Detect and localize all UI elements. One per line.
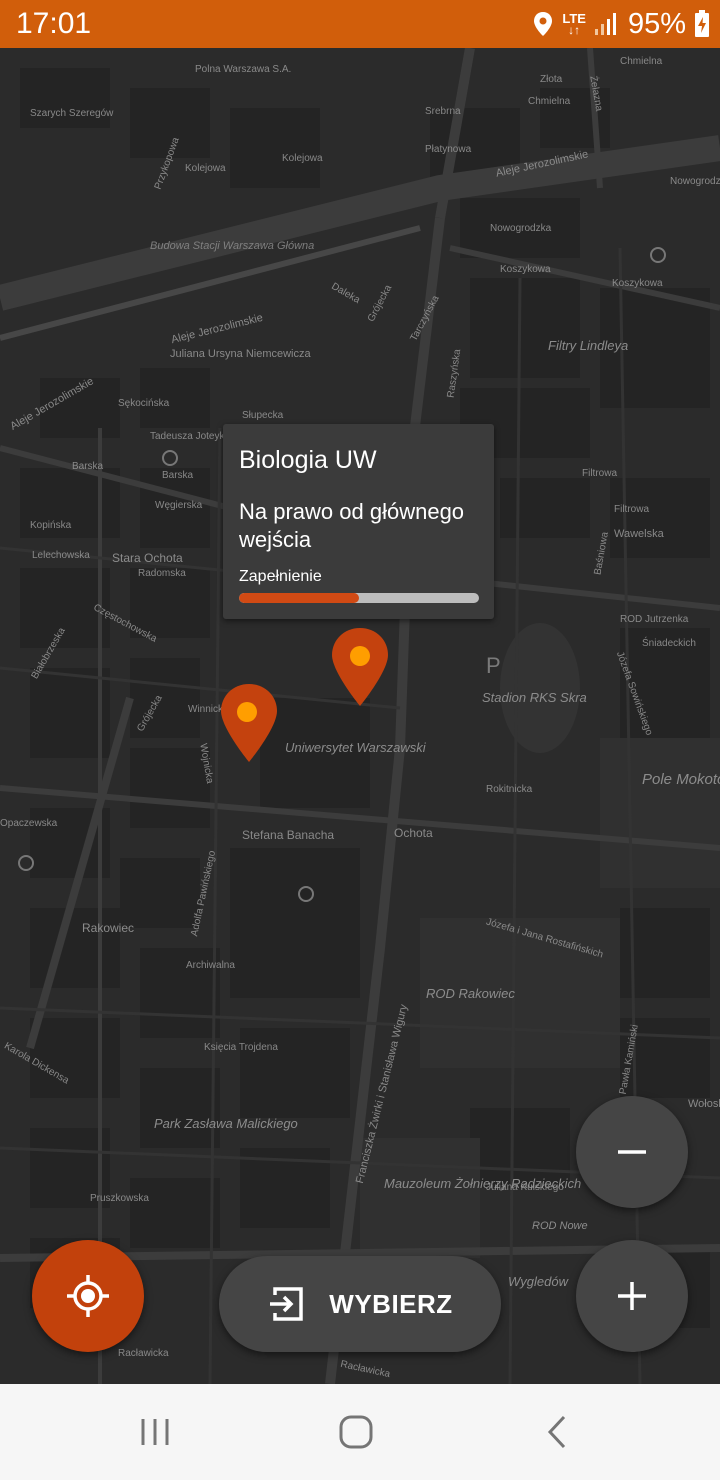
street-label: Wawelska (614, 528, 664, 540)
back-button[interactable] (518, 1408, 598, 1456)
zoom-in-button[interactable] (576, 1240, 688, 1352)
street-label: Nowogrodzka (490, 223, 552, 234)
pin-body (221, 684, 277, 762)
battery-charging-icon (694, 10, 710, 38)
parking-icon: P (486, 653, 501, 678)
recents-icon (141, 1419, 169, 1445)
district-label: ROD Rakowiec (426, 986, 515, 1001)
street-label: Radomska (138, 568, 186, 579)
street-label: Koszykowa (500, 264, 551, 275)
status-time: 17:01 (16, 7, 92, 40)
my-location-button[interactable] (32, 1240, 144, 1352)
street-label: Nowogrodzka (670, 176, 720, 187)
street-label: Wołoska (688, 1098, 720, 1110)
network-indicator: LTE ↓↑ (562, 12, 586, 36)
map-pin-icon (221, 684, 277, 762)
street-label: Barska (72, 461, 104, 472)
street-label: Juliana Kulskiego (486, 1182, 564, 1193)
parking-pin-2[interactable] (330, 626, 390, 708)
home-button[interactable] (316, 1408, 396, 1456)
navigation-bar (0, 1384, 720, 1480)
district-label: Rakowiec (82, 921, 135, 935)
street-label: Koszykowa (612, 278, 663, 289)
crosshair-icon (67, 1275, 109, 1317)
street-label: Juliana Ursyna Niemcewicza (170, 348, 311, 360)
plus-icon (618, 1282, 646, 1310)
street-label: Słupecka (242, 410, 284, 421)
data-arrows-icon: ↓↑ (568, 23, 581, 37)
district-label: ROD Nowe (532, 1220, 588, 1232)
signal-icon (594, 12, 620, 36)
login-icon (270, 1287, 304, 1321)
district-label: Park Zasława Malickiego (154, 1116, 298, 1131)
street-label: Płatynowa (425, 144, 472, 155)
street-label: Filtrowa (582, 468, 618, 479)
street-label: Chmielna (528, 96, 571, 107)
street-label: Polna Warszawa S.A. (195, 64, 292, 75)
popup-title: Biologia UW (239, 446, 377, 474)
map-pin-icon (332, 628, 388, 706)
pin-body (332, 628, 388, 706)
street-label: Księcia Trojdena (204, 1042, 278, 1053)
street-label: Węgierska (155, 500, 203, 511)
district-label: Filtry Lindleya (548, 338, 629, 353)
district-label: Stara Ochota (112, 551, 183, 565)
district-label: Uniwersytet Warszawski (285, 740, 426, 755)
fill-label: Zapełnienie (239, 568, 322, 585)
street-label: Kolejowa (185, 163, 226, 174)
status-icons: LTE ↓↑ 95% (532, 6, 710, 42)
battery-percent: 95% (627, 7, 686, 40)
minus-icon (618, 1150, 646, 1154)
street-label: Szarych Szeregów (30, 108, 114, 119)
popup-description: Na prawo od głównego wejścia (239, 499, 465, 552)
district-label: Pole Mokotowskie (642, 771, 720, 788)
pin-dot (237, 702, 257, 722)
street-label: Śniadeckich (642, 638, 696, 649)
street-label: Pruszkowska (90, 1193, 149, 1204)
street-label: Archiwalna (186, 960, 235, 971)
street-label: Filtrowa (614, 504, 650, 515)
street-label: ROD Jutrzenka (620, 614, 689, 625)
zoom-out-button[interactable] (576, 1096, 688, 1208)
back-icon (547, 1415, 566, 1449)
select-button-label: WYBIERZ (329, 1288, 453, 1319)
location-icon (532, 11, 554, 37)
street-label: Ochota (394, 826, 433, 840)
street-label: Chmielna (620, 56, 663, 67)
street-label: Barska (162, 470, 194, 481)
status-bar: 17:01 LTE ↓↑ 95% (0, 0, 720, 48)
street-label: Kolejowa (282, 153, 323, 164)
home-icon (339, 1415, 373, 1449)
pin-dot (350, 646, 370, 666)
district-label: Wygledów (508, 1274, 568, 1289)
street-label: Złota (540, 74, 563, 85)
street-label: Rokitnicka (486, 784, 533, 795)
parking-pin-1[interactable] (219, 682, 279, 764)
district-label: Stadion RKS Skra (482, 690, 587, 705)
parking-info-popup[interactable]: Biologia UW Na prawo od głównego wejścia… (223, 424, 494, 619)
fill-progress-bar (239, 593, 479, 603)
street-label: Tadeusza Joteyki (150, 431, 227, 442)
street-label: Srebrna (425, 106, 461, 117)
street-label: Opaczewska (0, 818, 58, 829)
street-label: Racławicka (118, 1348, 169, 1359)
street-label: Stefana Banacha (242, 828, 335, 842)
street-label: Lelechowska (32, 550, 90, 561)
district-label: Budowa Stacji Warszawa Główna (150, 240, 315, 252)
street-label: Kopińska (30, 520, 72, 531)
select-button[interactable]: WYBIERZ (219, 1256, 501, 1352)
recents-button[interactable] (115, 1408, 195, 1456)
street-label: Sękocińska (118, 398, 170, 409)
fill-progress-value (239, 593, 359, 603)
